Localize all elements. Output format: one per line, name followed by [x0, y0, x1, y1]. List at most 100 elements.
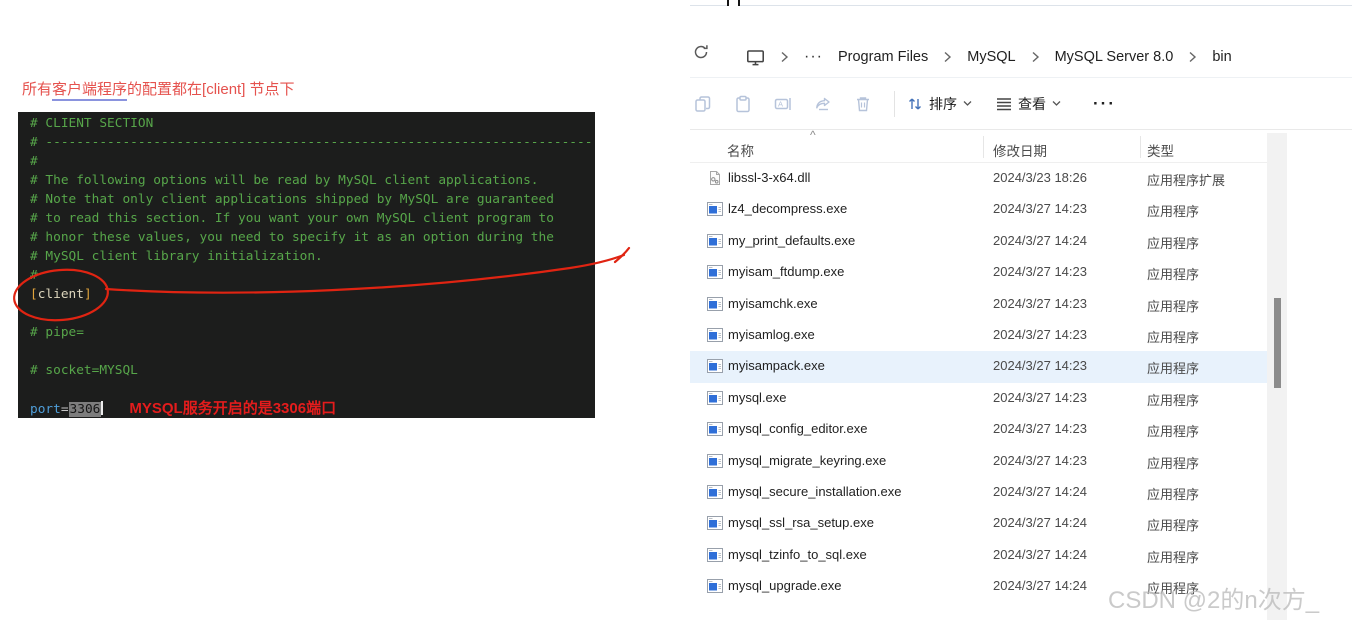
code-line: # --------------------------------------…	[30, 135, 593, 150]
file-type: 应用程序扩展	[1147, 173, 1226, 188]
ini-code-block: # CLIENT SECTION # ----------------------…	[18, 112, 595, 418]
delete-icon[interactable]	[854, 95, 872, 113]
chevron-right-icon[interactable]	[780, 51, 789, 63]
file-row[interactable]: myisamlog.exe 2024/3/27 14:23 应用程序	[690, 320, 1267, 351]
exe-file-icon	[707, 296, 723, 312]
screenshot-canvas: 所有客户端程序的配置都在[client] 节点下 # CLIENT SECTIO…	[0, 0, 1352, 620]
more-options-button[interactable]: ···	[1093, 94, 1116, 114]
file-name: myisampack.exe	[728, 358, 825, 374]
sort-button[interactable]: 排序	[907, 94, 972, 114]
share-icon[interactable]	[814, 95, 832, 113]
file-name: myisamlog.exe	[728, 326, 815, 342]
scrollbar-track[interactable]	[1267, 133, 1287, 620]
code-line: [client]	[30, 285, 595, 304]
exe-file-icon	[707, 578, 723, 594]
column-separator[interactable]	[983, 136, 984, 158]
file-type: 应用程序	[1147, 267, 1200, 283]
file-name: mysql_migrate_keyring.exe	[728, 452, 887, 468]
file-name: myisamchk.exe	[728, 295, 818, 311]
code-line: # pipe=	[30, 325, 84, 340]
port-keyword: port	[30, 402, 61, 417]
exe-file-icon	[707, 201, 723, 217]
explorer-toolbar: A 排序 查看 ···	[690, 78, 1352, 130]
file-row[interactable]: libssl-3-x64.dll 2024/3/23 18:26 应用程序扩展	[690, 163, 1267, 194]
refresh-icon[interactable]	[692, 43, 710, 61]
breadcrumb-ellipsis[interactable]: ···	[804, 48, 823, 66]
exe-file-icon	[707, 358, 723, 374]
file-row[interactable]: my_print_defaults.exe 2024/3/27 14:24 应用…	[690, 226, 1267, 257]
chevron-right-icon[interactable]	[943, 51, 952, 63]
code-line: # to read this section. If you want your…	[30, 211, 554, 226]
chevron-right-icon[interactable]	[1188, 51, 1197, 63]
address-bar: ··· Program Files MySQL MySQL Server 8.0 bi…	[690, 6, 1352, 78]
breadcrumb: ··· Program Files MySQL MySQL Server 8.0 bi…	[746, 39, 1232, 75]
this-pc-icon[interactable]	[746, 48, 765, 67]
paste-icon[interactable]	[734, 95, 752, 113]
file-type: 应用程序	[1147, 486, 1200, 502]
column-separator[interactable]	[1140, 136, 1141, 158]
chevron-right-icon[interactable]	[1031, 51, 1040, 63]
breadcrumb-segment[interactable]: MySQL	[967, 49, 1015, 65]
file-row[interactable]: myisam_ftdump.exe 2024/3/27 14:23 应用程序	[690, 257, 1267, 288]
file-row[interactable]: mysql_tzinfo_to_sql.exe 2024/3/27 14:24 …	[690, 540, 1267, 571]
file-row[interactable]: myisampack.exe 2024/3/27 14:23 应用程序	[690, 351, 1267, 383]
section-bracket: [	[30, 287, 38, 302]
breadcrumb-segment[interactable]: Program Files	[838, 49, 928, 65]
text-cursor	[101, 401, 104, 415]
port-annotation-text: MYSQL服务开启的是3306端口	[129, 400, 337, 417]
equals-sign: =	[60, 402, 69, 417]
file-date-modified: 2024/3/27 14:24	[993, 578, 1087, 594]
rename-icon[interactable]: A	[774, 95, 792, 113]
column-headers: ^ 名称 修改日期 类型	[690, 128, 1267, 163]
file-row[interactable]: mysql.exe 2024/3/27 14:23 应用程序	[690, 383, 1267, 414]
sort-ascending-indicator: ^	[810, 128, 816, 142]
file-type: 应用程序	[1147, 329, 1200, 345]
file-date-modified: 2024/3/27 14:23	[993, 295, 1087, 311]
code-line: # The following options will be read by …	[30, 173, 539, 188]
exe-file-icon	[707, 515, 723, 531]
file-date-modified: 2024/3/27 14:23	[993, 201, 1087, 217]
file-type: 应用程序	[1147, 455, 1200, 471]
file-date-modified: 2024/3/27 14:23	[993, 326, 1087, 342]
sort-label: 排序	[929, 95, 957, 112]
exe-file-icon	[707, 233, 723, 249]
file-type: 应用程序	[1147, 204, 1200, 220]
file-name: lz4_decompress.exe	[728, 201, 848, 217]
code-line: # Note that only client applications shi…	[30, 192, 554, 207]
file-name: mysql_config_editor.exe	[728, 421, 868, 437]
exe-file-icon	[707, 327, 723, 343]
dll-file-icon	[707, 170, 723, 186]
code-line: # MySQL client library initialization.	[30, 249, 323, 264]
file-row[interactable]: mysql_ssl_rsa_setup.exe 2024/3/27 14:24 …	[690, 508, 1267, 539]
file-name: mysql_tzinfo_to_sql.exe	[728, 546, 867, 562]
view-list-icon	[997, 97, 1011, 110]
file-row[interactable]: mysql_config_editor.exe 2024/3/27 14:23 …	[690, 414, 1267, 445]
file-date-modified: 2024/3/27 14:23	[993, 264, 1087, 280]
section-bracket: ]	[83, 287, 92, 302]
annotation-title: 所有客户端程序的配置都在[client] 节点下	[22, 78, 295, 101]
view-button[interactable]: 查看	[996, 94, 1061, 114]
file-type: 应用程序	[1147, 518, 1200, 534]
file-date-modified: 2024/3/27 14:24	[993, 483, 1087, 499]
file-row[interactable]: myisamchk.exe 2024/3/27 14:23 应用程序	[690, 289, 1267, 320]
file-name: mysql.exe	[728, 389, 787, 405]
column-header-date[interactable]: 修改日期	[993, 140, 1047, 160]
scrollbar-thumb[interactable]	[1274, 298, 1281, 388]
file-date-modified: 2024/3/27 14:23	[993, 389, 1087, 405]
column-header-type[interactable]: 类型	[1147, 140, 1174, 160]
breadcrumb-segment[interactable]: bin	[1212, 49, 1231, 65]
file-row[interactable]: mysql_secure_installation.exe 2024/3/27 …	[690, 477, 1267, 508]
file-name: mysql_secure_installation.exe	[728, 483, 902, 499]
exe-file-icon	[707, 484, 723, 500]
file-date-modified: 2024/3/27 14:24	[993, 546, 1087, 562]
code-line: # honor these values, you need to specif…	[30, 230, 554, 245]
file-row[interactable]: lz4_decompress.exe 2024/3/27 14:23 应用程序	[690, 194, 1267, 225]
copy-icon[interactable]	[694, 95, 712, 113]
breadcrumb-segment[interactable]: MySQL Server 8.0	[1055, 49, 1174, 65]
file-row[interactable]: mysql_migrate_keyring.exe 2024/3/27 14:2…	[690, 446, 1267, 477]
file-date-modified: 2024/3/27 14:23	[993, 421, 1087, 437]
file-type: 应用程序	[1147, 361, 1200, 377]
column-header-name[interactable]: 名称	[727, 140, 754, 160]
